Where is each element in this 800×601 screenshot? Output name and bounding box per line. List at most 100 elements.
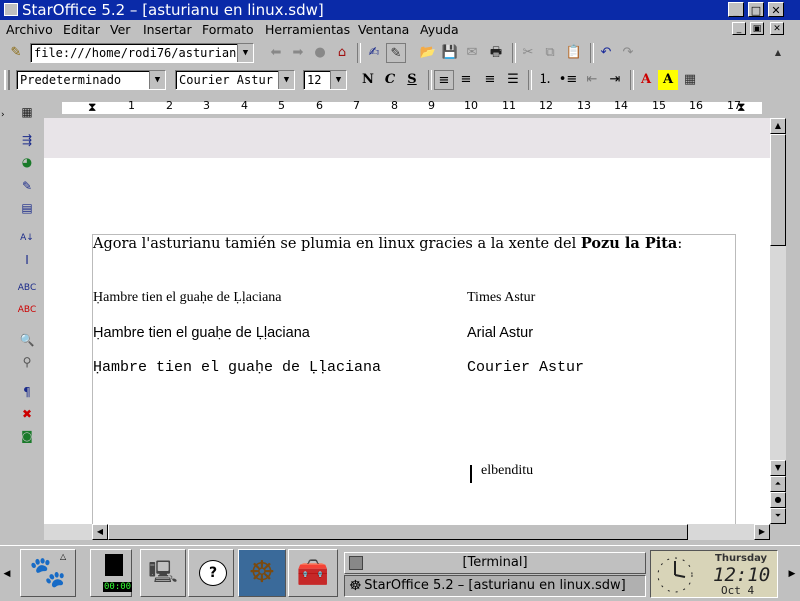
menu-archivo[interactable]: Archivo [6,22,53,37]
close-icon[interactable]: ✕ [768,2,784,17]
terminal-launcher-icon[interactable]: 🖳 [140,549,186,597]
print-icon[interactable]: 🖶 [486,43,506,63]
next-page-icon[interactable]: ⏷ [770,508,786,524]
forward-icon[interactable]: ➡ [288,43,308,63]
sample-text-courier[interactable]: Ḥambre tien el guaḥe de Ḷḷaciana [93,359,381,376]
horizontal-scroll-thumb[interactable] [108,524,688,540]
back-icon[interactable]: ⬅ [266,43,286,63]
menu-ventana[interactable]: Ventana [358,22,409,37]
menu-insertar[interactable]: Insertar [143,22,192,37]
minimize-icon[interactable]: _ [728,2,744,17]
gnome-foot-menu-icon[interactable]: 🐾 [20,549,76,597]
spellcheck-icon[interactable]: ABC [17,279,37,297]
edit-file-icon[interactable]: ✎ [6,43,26,63]
online-layout-icon[interactable]: ◙ [17,427,37,445]
copy-icon[interactable]: ⧉ [540,43,560,63]
italic-button[interactable]: C [380,70,400,90]
align-center-icon[interactable]: ≡ [456,70,476,90]
toolbar-toggle-icon[interactable]: › [1,95,11,135]
paste-icon[interactable]: 📋 [564,43,584,63]
justify-icon[interactable]: ☰ [503,70,523,90]
font-size-field[interactable]: 12 ▼ [303,70,347,90]
menu-herramientas[interactable]: Herramientas [265,22,350,37]
stop-icon[interactable]: ● [310,43,330,63]
bullets-icon[interactable]: •≡ [558,70,578,90]
title-bar[interactable]: StarOffice 5.2 – [asturianu en linux.sdw… [0,0,800,20]
intro-paragraph[interactable]: Agora l'asturianu tamién se plumia en li… [93,235,682,252]
autocomplete-icon[interactable]: A↓ [17,229,37,247]
auto-spellcheck-icon[interactable]: ABC [17,301,37,319]
insert-fields-icon[interactable]: ⇶ [17,131,37,149]
sample-text-arial[interactable]: Ḥambre tien el guaḥe de Ḷḷaciana [93,325,310,341]
numbering-icon[interactable]: ⒈ [535,70,555,90]
right-indent-marker[interactable]: ⧗ [737,100,745,115]
open-icon[interactable]: 📂 [418,43,438,63]
style-dropdown-icon[interactable]: ▼ [149,71,165,89]
panel-hide-right-icon[interactable]: ▶ [786,554,798,594]
staroffice-launcher-icon[interactable]: ☸ [238,549,286,597]
maximize-icon[interactable]: □ [748,2,764,17]
navigator-icon[interactable]: ● [770,492,786,508]
draw-functions-icon[interactable]: ✎ [17,177,37,195]
menu-editar[interactable]: Editar [63,22,100,37]
toolbox-launcher-icon[interactable]: 🧰 [288,549,338,597]
font-name-field[interactable]: Courier Astur ▼ [175,70,295,90]
decrease-indent-icon[interactable]: ⇤ [582,70,602,90]
font-name-arial[interactable]: Arial Astur [467,325,533,341]
form-functions-icon[interactable]: ▤ [17,199,37,217]
font-dropdown-icon[interactable]: ▼ [278,71,294,89]
edit-document-icon[interactable]: ✍ [364,43,384,63]
font-color-button[interactable]: A [636,70,656,90]
sample-text-times[interactable]: Ḥambre tien el guaḥe de Ḷḷaciana [93,290,282,306]
graphics-off-icon[interactable]: ✖ [17,405,37,423]
help-launcher-icon[interactable]: ? [188,549,234,597]
save-icon[interactable]: 💾 [440,43,460,63]
font-name-times[interactable]: Times Astur [467,290,535,306]
doc-close-icon[interactable]: ✕ [770,22,784,35]
undo-icon[interactable]: ↶ [596,43,616,63]
doc-restore-icon[interactable]: ▣ [750,22,764,35]
menu-ayuda[interactable]: Ayuda [420,22,459,37]
formatting-marks-icon[interactable]: ¶ [17,383,37,401]
tab-stop-marker[interactable]: ⧗ [88,100,96,115]
url-dropdown-icon[interactable]: ▼ [237,44,253,62]
toolbar-scroll-icon[interactable]: ▲ [772,43,784,63]
vertical-scroll-thumb[interactable] [770,134,786,246]
doc-minimize-icon[interactable]: _ [732,22,746,35]
horizontal-scrollbar[interactable]: ◀ ▶ [44,524,770,540]
scroll-down-icon[interactable]: ▼ [770,460,786,476]
size-dropdown-icon[interactable]: ▼ [330,71,346,89]
scroll-up-icon[interactable]: ▲ [770,118,786,134]
data-sources-icon[interactable]: ⚲ [17,353,37,371]
font-name-courier[interactable]: Courier Astur [467,359,584,376]
scroll-right-icon[interactable]: ▶ [754,524,770,540]
background-color-icon[interactable]: ▦ [680,70,700,90]
scroll-left-icon[interactable]: ◀ [92,524,108,540]
previous-page-icon[interactable]: ⏶ [770,476,786,492]
signature-text[interactable]: elbenditu [481,463,533,479]
workspace-monitor-icon[interactable]: 00:00 [90,549,133,597]
cut-icon[interactable]: ✂ [518,43,538,63]
highlight-button[interactable]: A [658,70,678,90]
edit-mode-icon[interactable]: ✎ [386,43,406,63]
menu-formato[interactable]: Formato [202,22,254,37]
text-cursor-icon[interactable]: I [17,251,37,269]
align-right-icon[interactable]: ≡ [480,70,500,90]
insert-object-icon[interactable]: ◕ [17,153,37,171]
desktop-pager[interactable] [105,554,123,576]
panel-hide-left-icon[interactable]: ◀ [1,554,13,594]
toolbar-grip-icon[interactable] [4,70,10,90]
increase-indent-icon[interactable]: ⇥ [605,70,625,90]
email-icon[interactable]: ✉ [462,43,482,63]
redo-icon[interactable]: ↷ [618,43,638,63]
align-left-icon[interactable]: ≡ [434,70,454,90]
find-replace-icon[interactable]: 🔍 [17,331,37,349]
menu-arrow-icon[interactable]: △ [60,552,66,561]
window-menu-icon[interactable] [4,3,18,16]
task-terminal[interactable]: [Terminal] [344,552,646,574]
horizontal-ruler[interactable]: ⧗ 1 2 3 4 5 6 7 8 9 10 11 12 13 14 15 16… [44,98,770,119]
task-staroffice[interactable]: ☸ StarOffice 5.2 – [asturianu en linux.s… [344,575,646,597]
paragraph-style-field[interactable]: Predeterminado ▼ [16,70,166,90]
underline-button[interactable]: S [402,70,422,90]
menu-ver[interactable]: Ver [110,22,130,37]
